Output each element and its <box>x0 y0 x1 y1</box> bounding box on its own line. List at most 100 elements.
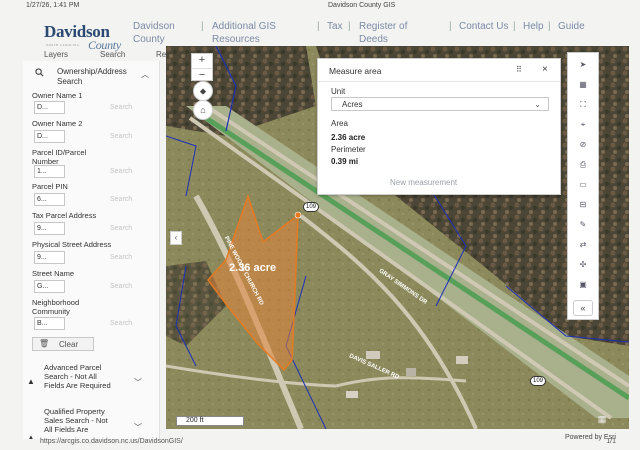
neighborhood-input[interactable]: B... <box>34 317 65 330</box>
perimeter-value: 0.39 mi <box>331 157 359 166</box>
owner-name-1-input[interactable]: D... <box>34 101 65 114</box>
print-url: https://arcgis.co.davidson.nc.us/Davidso… <box>40 438 183 445</box>
area-value: 2.36 acre <box>331 133 366 142</box>
collapse-toolbar-icon[interactable]: « <box>573 300 593 316</box>
zoom-in-button[interactable]: + <box>192 54 212 67</box>
top-bar: Davidson County NORTH CAROLINA Davidson … <box>26 14 630 52</box>
cursor-icon[interactable]: ➤ <box>568 55 598 75</box>
unit-select[interactable]: Acres ⌄ <box>331 97 549 111</box>
qualified-sales-title: Qualified Property Sales Search - Not Al… <box>44 407 108 434</box>
nav-separator: | <box>449 21 452 32</box>
chevron-down-icon: ⌄ <box>534 100 541 109</box>
unit-select-value: Acres <box>342 100 363 109</box>
nav-contact[interactable]: Contact Us <box>459 20 513 33</box>
nav-help[interactable]: Help <box>523 20 544 33</box>
ruler-icon[interactable]: ⊟ <box>568 195 598 215</box>
nav-separator: | <box>317 21 320 32</box>
nav-separator: | <box>348 21 351 32</box>
trash-icon: 🗑 <box>39 339 50 348</box>
print-header: 1/27/26, 1:41 PM Davidson County GIS <box>26 2 600 14</box>
physical-address-search[interactable]: Search <box>110 254 132 261</box>
parcel-pin-search[interactable]: Search <box>110 196 132 203</box>
street-name-search[interactable]: Search <box>110 283 132 290</box>
parcel-pin-input[interactable]: 6... <box>34 193 65 206</box>
chevron-down-icon: ﹀ <box>134 378 142 387</box>
davidson-county-logo[interactable]: Davidson County NORTH CAROLINA <box>44 22 121 52</box>
tab-layers[interactable]: Layers <box>44 50 68 59</box>
compass-icon[interactable]: ⬥ <box>193 81 213 101</box>
scale-bar: 200 ft <box>176 416 244 426</box>
owner-name-1-label: Owner Name 1 <box>32 91 83 100</box>
print-page-title: Davidson County GIS <box>328 2 396 9</box>
print-icon[interactable]: ⎙ <box>568 155 598 175</box>
image-icon[interactable]: ▣ <box>568 275 598 295</box>
street-name-label: Street Name <box>32 269 75 278</box>
parcel-id-search[interactable]: Search <box>110 168 132 175</box>
neighborhood-search[interactable]: Search <box>110 320 132 327</box>
nav-tax[interactable]: Tax <box>327 20 343 33</box>
parcel-pin-label: Parcel PIN <box>32 182 68 191</box>
search-icon <box>35 68 44 77</box>
highway-shield-icon: 109 <box>303 202 319 212</box>
divider <box>318 81 560 82</box>
measure-area-widget: Measure area ⠿ × Unit Acres ⌄ Area 2.36 … <box>317 58 561 195</box>
parcel-id-input[interactable]: 1... <box>34 165 65 178</box>
close-icon[interactable]: × <box>542 64 548 75</box>
physical-address-input[interactable]: 9... <box>34 251 65 264</box>
owner-name-2-input[interactable]: D... <box>34 130 65 143</box>
measure-icon[interactable]: ▭ <box>568 175 598 195</box>
qualified-sales-header[interactable]: ▲ Qualified Property Sales Search - Not … <box>23 407 159 439</box>
logo-subtitle: NORTH CAROLINA <box>46 43 80 47</box>
nav-separator: | <box>548 21 551 32</box>
advanced-search-title: Advanced Parcel Search - Not All Fields … <box>44 363 111 390</box>
unit-label: Unit <box>331 87 346 96</box>
tax-parcel-address-search[interactable]: Search <box>110 225 132 232</box>
collapse-panel-button[interactable]: ‹ <box>170 231 182 245</box>
home-icon[interactable]: ⌂ <box>193 100 213 120</box>
parcel-id-label: Parcel ID/Parcel Number <box>32 148 87 166</box>
clear-button[interactable]: 🗑 Clear <box>32 337 94 351</box>
compass-tool-icon[interactable]: ⊘ <box>568 135 598 155</box>
expand-icon[interactable]: ✣ <box>568 255 598 275</box>
owner-name-2-label: Owner Name 2 <box>32 119 83 128</box>
owner-name-2-search[interactable]: Search <box>110 133 132 140</box>
physical-address-label: Physical Street Address <box>32 240 112 249</box>
nav-additional-gis[interactable]: Additional GIS Resources <box>212 20 308 46</box>
scale-label: 200 ft <box>186 417 204 424</box>
nav-register-deeds[interactable]: Register of Deeds <box>359 20 423 46</box>
zoom-out-button[interactable]: − <box>192 68 212 81</box>
tab-search[interactable]: Search <box>100 50 125 59</box>
nav-guide[interactable]: Guide <box>558 20 585 33</box>
tax-parcel-address-label: Tax Parcel Address <box>32 211 97 220</box>
tax-parcel-address-input[interactable]: 9... <box>34 222 65 235</box>
nav-separator: | <box>201 21 204 32</box>
basemap-icon[interactable]: ▦ <box>568 75 598 95</box>
area-label: Area <box>331 119 348 128</box>
tool-strip: ➤ ▦ ⛶ ⌖ ⊘ ⎙ ▭ ⊟ ✎ ⇄ ✣ ▣ ⌫ <box>567 52 599 320</box>
perimeter-label: Perimeter <box>331 145 366 154</box>
print-footer: https://arcgis.co.davidson.nc.us/Davidso… <box>20 438 620 448</box>
owner-name-1-search[interactable]: Search <box>110 104 132 111</box>
new-measurement-button[interactable]: New measurement <box>390 178 457 187</box>
chevron-down-icon: ﹀ <box>134 423 142 432</box>
chevron-up-icon: ︿ <box>141 70 149 79</box>
street-name-input[interactable]: G... <box>34 280 65 293</box>
advanced-search-header[interactable]: ▲ Advanced Parcel Search - Not All Field… <box>23 363 159 403</box>
neighborhood-label: Neighborhood Community <box>32 298 80 316</box>
location-icon[interactable]: ⌖ <box>568 115 598 135</box>
warning-icon: ▲ <box>27 377 35 386</box>
ownership-search-header[interactable]: Ownership/Address Search ︿ <box>23 63 159 87</box>
fullscreen-icon[interactable]: ⛶ <box>568 95 598 115</box>
draw-icon[interactable]: ✎ <box>568 215 598 235</box>
highway-shield-icon: 109 <box>530 376 546 386</box>
share-icon[interactable]: ⇄ <box>568 235 598 255</box>
ownership-search-title: Ownership/Address Search <box>57 67 127 86</box>
search-panel: Ownership/Address Search ︿ Owner Name 1 … <box>23 61 160 439</box>
nav-davidson-county[interactable]: Davidson County <box>133 20 193 46</box>
drag-handle-icon[interactable]: ⠿ <box>516 65 522 74</box>
nav-separator: | <box>513 21 516 32</box>
zoom-control: + − <box>191 53 213 81</box>
print-page-number: 1/1 <box>606 438 616 445</box>
grid-icon[interactable]: ▦ <box>594 414 610 428</box>
tab-results[interactable]: Re <box>156 50 166 59</box>
